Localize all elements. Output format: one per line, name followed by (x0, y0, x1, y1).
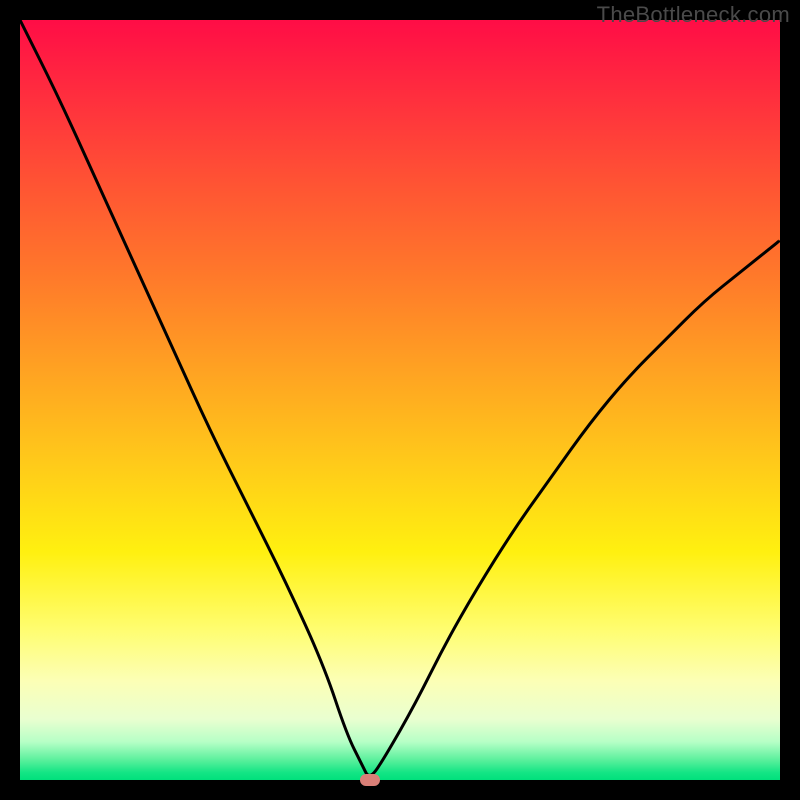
optimal-point-marker (360, 774, 380, 786)
bottleneck-curve-svg (20, 20, 780, 780)
bottleneck-curve-path (20, 20, 780, 775)
watermark-text: TheBottleneck.com (597, 2, 790, 28)
chart-container: TheBottleneck.com (0, 0, 800, 800)
